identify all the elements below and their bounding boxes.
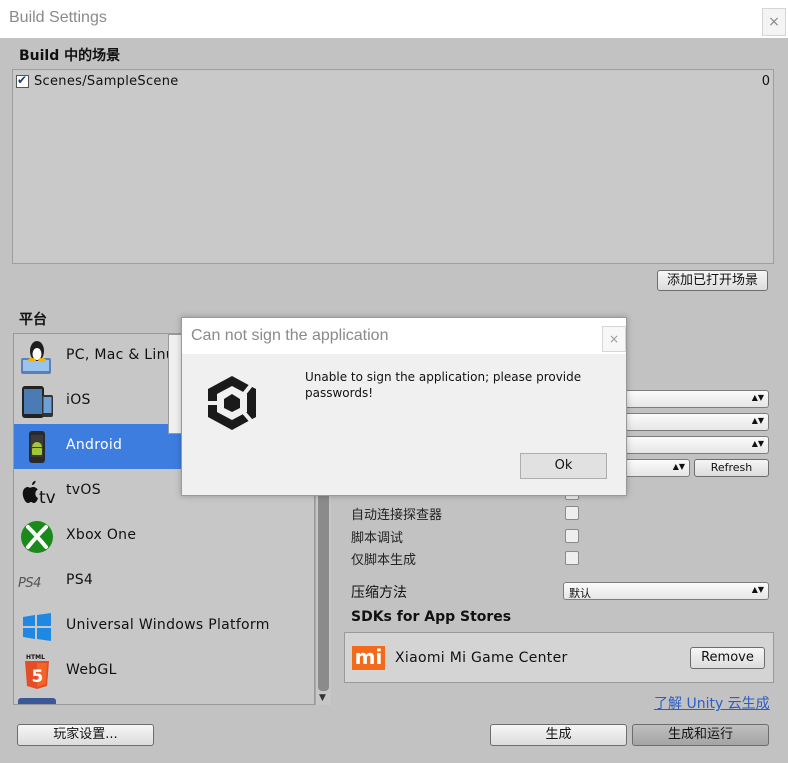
- sdk-section-label: SDKs for App Stores: [351, 609, 512, 625]
- dropdown-arrow-icon: ▲▼: [751, 393, 764, 402]
- scene-index: 0: [761, 74, 770, 89]
- error-dialog: Can not sign the application × Unable to…: [181, 317, 627, 496]
- ok-button[interactable]: Ok: [520, 453, 607, 479]
- dialog-message: Unable to sign the application; please p…: [305, 370, 582, 400]
- dropdown-arrow-icon: ▲▼: [751, 585, 764, 594]
- dropdown-arrow-icon: ▲▼: [672, 462, 685, 471]
- dropdown-arrow-icon: ▲▼: [751, 439, 764, 448]
- scripts-only-build-checkbox[interactable]: [565, 551, 579, 565]
- platform-item-uwp[interactable]: Universal Windows Platform: [14, 604, 314, 649]
- player-settings-button[interactable]: 玩家设置...: [17, 724, 154, 746]
- autoconnect-profiler-label: 自动连接探查器: [351, 508, 443, 523]
- windows-icon: [23, 613, 51, 641]
- remove-sdk-button[interactable]: Remove: [690, 647, 765, 669]
- script-debugging-label: 脚本调试: [351, 531, 404, 546]
- tvos-icon: tv: [22, 480, 56, 508]
- scene-row[interactable]: Scenes/SampleScene: [16, 73, 178, 92]
- ios-icon: [22, 386, 53, 418]
- add-open-scenes-button[interactable]: 添加已打开场景: [657, 270, 768, 291]
- platform-label: tvOS: [66, 482, 101, 498]
- svg-text:5: 5: [32, 667, 44, 687]
- android-icon: [29, 431, 45, 463]
- scenes-list[interactable]: Scenes/SampleScene 0: [12, 69, 774, 264]
- autoconnect-profiler-checkbox[interactable]: [565, 506, 579, 520]
- platform-item-ps4[interactable]: PS4 PS4: [14, 559, 314, 604]
- platform-label: Android: [66, 437, 123, 453]
- sdk-name: Xiaomi Mi Game Center: [395, 650, 568, 666]
- dialog-close-button[interactable]: ×: [602, 326, 626, 352]
- compression-dropdown[interactable]: 默认 ▲▼: [563, 582, 769, 600]
- unity-logo-icon: [204, 376, 256, 430]
- xiaomi-logo-icon: mi: [352, 646, 385, 670]
- dialog-title-bar: Can not sign the application: [182, 318, 626, 354]
- script-debugging-checkbox[interactable]: [565, 529, 579, 543]
- platform-item-webgl[interactable]: HTML 5 WebGL: [14, 649, 314, 694]
- platform-section-label: 平台: [19, 312, 47, 328]
- platform-label: Xbox One: [66, 527, 137, 543]
- facebook-icon: [18, 698, 56, 704]
- svg-text:PS4: PS4: [18, 576, 41, 591]
- scenes-section-label: Build 中的场景: [19, 48, 121, 64]
- platform-item-facebook[interactable]: [14, 694, 314, 704]
- scripts-only-build-label: 仅脚本生成: [351, 553, 417, 568]
- sdk-item: mi Xiaomi Mi Game Center Remove: [344, 632, 774, 683]
- svg-text:tv: tv: [39, 488, 56, 508]
- build-and-run-button[interactable]: 生成和运行: [632, 724, 769, 746]
- platform-label: Universal Windows Platform: [66, 617, 270, 633]
- platform-label: iOS: [66, 392, 91, 408]
- learn-cloud-build-link[interactable]: 了解 Unity 云生成: [654, 693, 770, 713]
- html5-icon: HTML 5: [25, 654, 49, 689]
- close-button[interactable]: ×: [762, 8, 786, 36]
- pc-mac-linux-icon: [21, 341, 51, 374]
- dropdown-arrow-icon: ▲▼: [751, 416, 764, 425]
- ps4-icon: PS4: [18, 576, 42, 591]
- compression-value: 默认: [569, 587, 591, 600]
- refresh-button[interactable]: Refresh: [694, 459, 769, 477]
- svg-text:HTML: HTML: [26, 654, 45, 661]
- platform-label: PS4: [66, 572, 94, 588]
- scroll-down-icon[interactable]: ▼: [319, 693, 326, 703]
- title-bar: Build Settings ×: [0, 0, 788, 38]
- window-title: Build Settings: [9, 9, 107, 26]
- scene-name: Scenes/SampleScene: [34, 74, 179, 89]
- platform-label: WebGL: [66, 662, 117, 678]
- scene-checkbox[interactable]: [16, 73, 29, 88]
- compression-label: 压缩方法: [351, 585, 407, 601]
- platform-item-xbox[interactable]: Xbox One: [14, 514, 314, 559]
- build-button[interactable]: 生成: [490, 724, 627, 746]
- xbox-icon: [21, 521, 53, 553]
- dialog-title: Can not sign the application: [191, 327, 389, 344]
